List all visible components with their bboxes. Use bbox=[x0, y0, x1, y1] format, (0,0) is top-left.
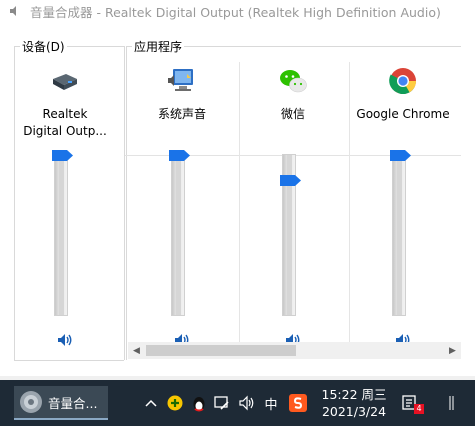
horizontal-scrollbar[interactable]: ◀ ▶ bbox=[128, 342, 461, 359]
channel-name: Google Chrome bbox=[348, 106, 458, 123]
sogou-input-icon[interactable] bbox=[288, 394, 308, 412]
taskbar-clock[interactable]: 15:22 周三 2021/3/24 bbox=[318, 386, 390, 420]
pen-workspace-icon[interactable] bbox=[213, 394, 231, 412]
wechat-icon bbox=[280, 70, 307, 93]
volume-slider-thumb[interactable] bbox=[280, 175, 301, 187]
volume-track-fill bbox=[397, 155, 402, 315]
qq-penguin-icon[interactable] bbox=[190, 394, 208, 412]
show-desktop-icon[interactable] bbox=[446, 394, 464, 412]
plus-tray-icon[interactable] bbox=[166, 394, 184, 412]
channel-name-line1: 系统声音 bbox=[157, 107, 206, 121]
device-group-label: 设备(D) bbox=[20, 38, 67, 55]
volume-track[interactable] bbox=[392, 154, 406, 316]
mute-speaker-icon[interactable] bbox=[57, 332, 73, 348]
clock-date: 2021/3/24 bbox=[321, 404, 387, 419]
volume-tray-icon[interactable] bbox=[238, 394, 256, 412]
apps-group-label: 应用程序 bbox=[132, 38, 185, 55]
volume-slider-thumb[interactable] bbox=[52, 150, 73, 161]
scroll-right-arrow-icon[interactable]: ▶ bbox=[444, 342, 461, 359]
title-bar: 音量合成器 - Realtek Digital Output (Realtek … bbox=[0, 0, 475, 22]
horizontal-scrollbar-thumb[interactable] bbox=[146, 345, 296, 356]
audio-device-icon bbox=[53, 74, 77, 90]
window-right-edge bbox=[461, 22, 475, 378]
channel-name-line1: Google Chrome bbox=[356, 107, 450, 121]
channel-name: 微信 bbox=[238, 106, 348, 123]
scroll-left-arrow-icon[interactable]: ◀ bbox=[128, 342, 145, 359]
taskbar-app-label: 音量合... bbox=[48, 395, 98, 411]
volume-track-fill bbox=[59, 155, 64, 315]
chrome-icon bbox=[389, 68, 417, 95]
channel-realtek: Realtek Digital Outp... bbox=[10, 62, 120, 352]
channel-name-line1: 微信 bbox=[280, 107, 305, 121]
show-hidden-icons-chevron-icon[interactable] bbox=[143, 394, 159, 412]
volume-slider-thumb[interactable] bbox=[169, 150, 190, 161]
volume-track-fill bbox=[176, 155, 181, 315]
channel-name-line1: Realtek bbox=[42, 107, 88, 121]
channel-wechat: 微信 bbox=[238, 62, 348, 352]
system-sounds-icon bbox=[168, 69, 193, 91]
volume-slider-thumb[interactable] bbox=[390, 150, 411, 161]
volume-track[interactable] bbox=[54, 154, 68, 316]
device-group-border-bottom bbox=[14, 360, 124, 361]
channel-name: 系统声音 bbox=[127, 106, 237, 123]
ime-language-indicator[interactable]: 中 bbox=[262, 394, 280, 413]
notification-count-badge: 4 bbox=[414, 404, 424, 414]
mixer-window: 设备(D) 应用程序 Realtek Digital Outp... 系统声音 … bbox=[0, 22, 475, 378]
channel-name-line2: Digital Outp... bbox=[23, 124, 107, 138]
taskbar: 音量合... 中 15:22 周三 2021/3/24 bbox=[0, 380, 475, 426]
channel-system-sounds: 系统声音 bbox=[127, 62, 237, 352]
channel-google-chrome: Google Chrome bbox=[348, 62, 458, 352]
volume-track[interactable] bbox=[171, 154, 185, 316]
clock-time: 15:22 周三 bbox=[321, 387, 387, 402]
taskbar-app-volume-mixer[interactable]: 音量合... bbox=[14, 386, 108, 420]
device-group-border-right bbox=[124, 46, 125, 360]
volume-mixer-app-icon bbox=[20, 391, 42, 413]
window-title: 音量合成器 - Realtek Digital Output (Realtek … bbox=[30, 4, 441, 20]
channel-name: Realtek Digital Outp... bbox=[10, 106, 120, 140]
speaker-icon bbox=[10, 6, 16, 16]
